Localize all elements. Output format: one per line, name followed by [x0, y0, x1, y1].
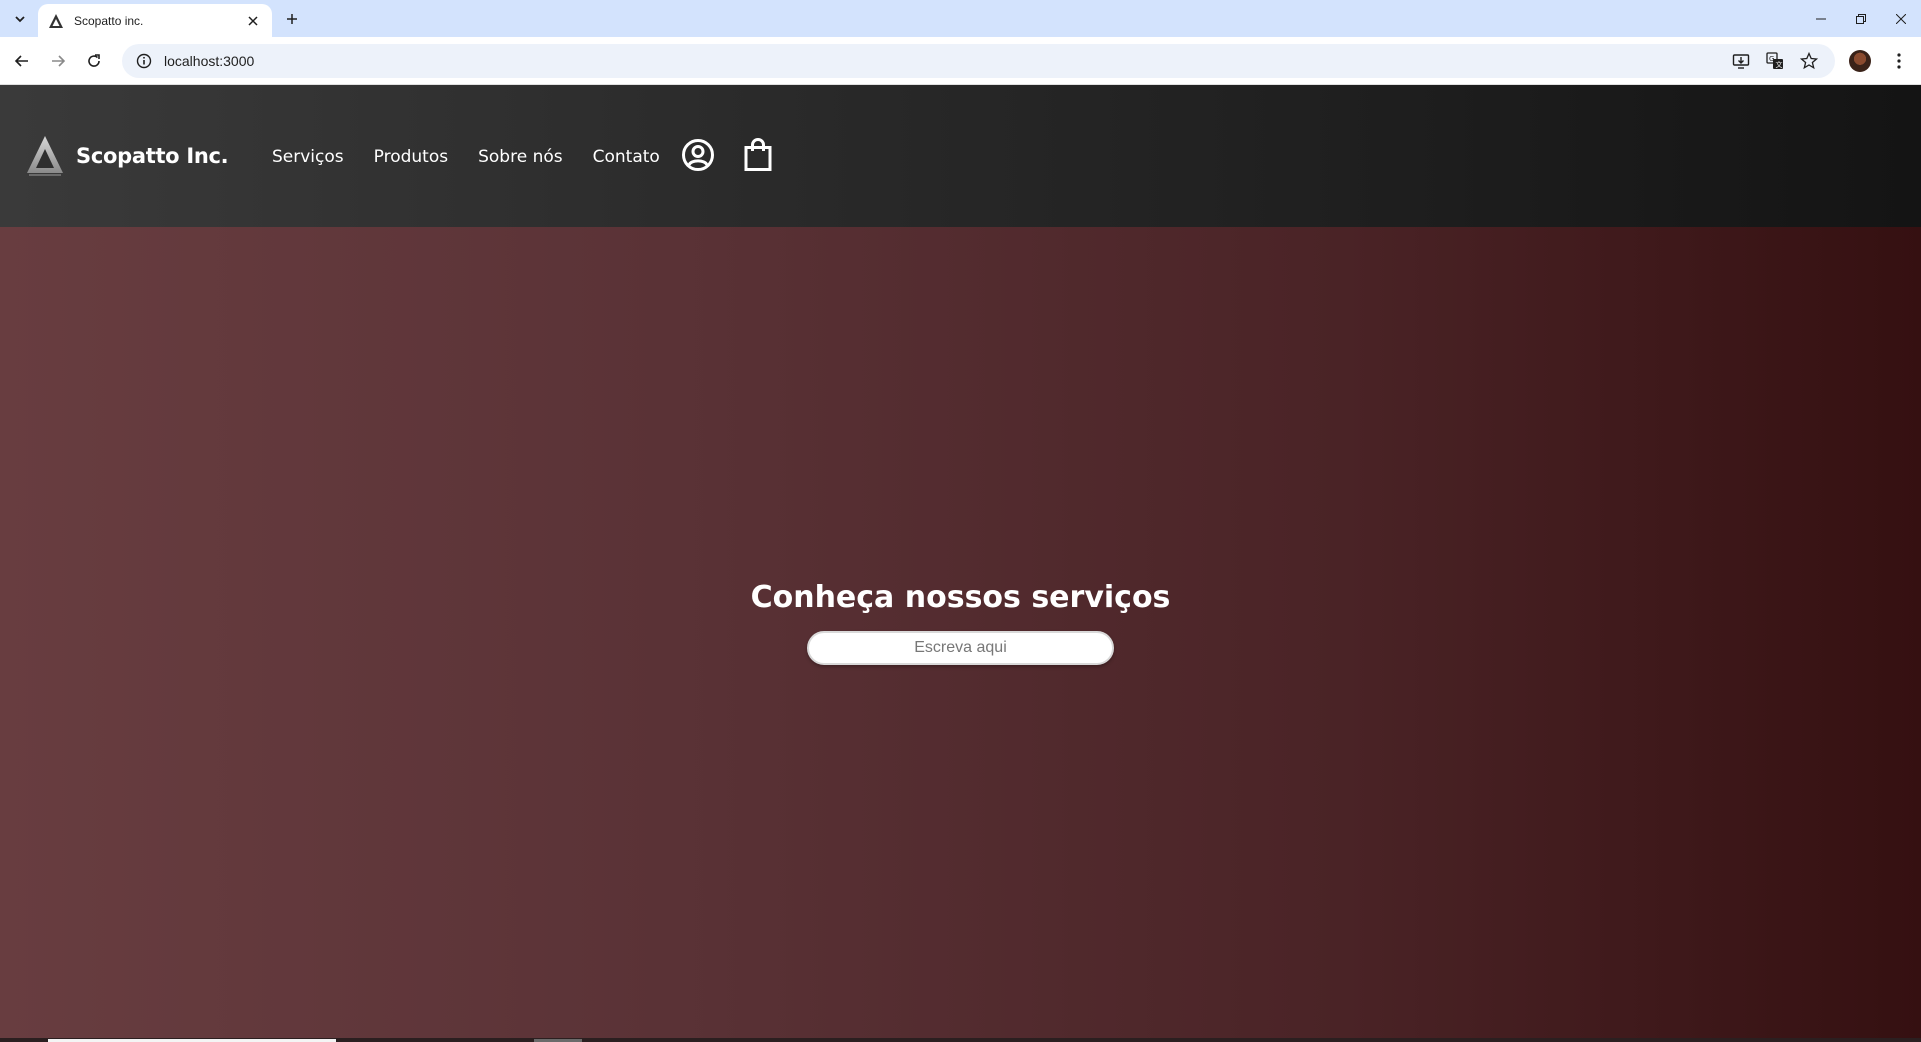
star-icon[interactable] [1799, 51, 1819, 71]
hero-title: Conheça nossos serviços [750, 580, 1171, 615]
triangle-logo-icon [27, 136, 63, 176]
reload-button[interactable] [82, 49, 106, 73]
plus-icon [287, 14, 297, 24]
brand-name: Scopatto Inc. [76, 144, 229, 168]
close-window-button[interactable] [1881, 0, 1921, 37]
tab-title: Scopatto inc. [74, 13, 144, 28]
address-bar-actions: G文 [1731, 44, 1819, 78]
back-button[interactable] [10, 49, 34, 73]
window-controls [1801, 0, 1921, 37]
browser-menu-button[interactable] [1887, 49, 1911, 73]
info-icon[interactable] [134, 51, 154, 71]
browser-toolbar: localhost:3000 G文 [0, 37, 1921, 85]
close-icon[interactable] [244, 12, 262, 30]
chevron-down-icon [15, 16, 25, 23]
address-bar[interactable]: localhost:3000 G文 [122, 44, 1835, 78]
search-input[interactable] [807, 631, 1114, 665]
nav-link-produtos[interactable]: Produtos [374, 147, 448, 167]
nav-link-contato[interactable]: Contato [593, 147, 660, 167]
browser-tab-active[interactable]: Scopatto inc. [38, 4, 272, 37]
url-text: localhost:3000 [164, 53, 255, 69]
restore-icon [1856, 13, 1866, 24]
reload-icon [88, 54, 100, 67]
nav-link-servicos[interactable]: Serviços [272, 147, 344, 167]
arrow-left-icon [14, 55, 28, 67]
page-viewport: Scopatto Inc. Serviços Produtos Sobre nó… [0, 85, 1921, 1042]
nav-link-sobre-nos[interactable]: Sobre nós [478, 147, 563, 167]
svg-text:G: G [1769, 55, 1774, 63]
tab-search-button[interactable] [8, 7, 32, 31]
browser-tabstrip: Scopatto inc. [0, 0, 1921, 37]
restore-button[interactable] [1841, 0, 1881, 37]
minimize-icon [1816, 18, 1826, 19]
translate-icon[interactable]: G文 [1765, 51, 1785, 71]
cart-button[interactable] [740, 137, 776, 173]
main-nav: Serviços Produtos Sobre nós Contato [272, 147, 660, 167]
triangle-logo-icon [48, 12, 66, 30]
site-header: Scopatto Inc. Serviços Produtos Sobre nó… [0, 85, 1921, 227]
minimize-button[interactable] [1801, 0, 1841, 37]
hero-section: Conheça nossos serviços [0, 227, 1921, 1042]
avatar [1849, 50, 1871, 72]
svg-text:文: 文 [1776, 60, 1783, 69]
user-circle-icon [682, 139, 714, 171]
forward-button[interactable] [46, 49, 70, 73]
account-button[interactable] [680, 137, 716, 173]
close-icon [1896, 13, 1906, 24]
horizontal-scrollbar[interactable] [0, 1038, 1921, 1042]
more-vertical-icon [1897, 53, 1901, 69]
profile-button[interactable] [1847, 48, 1873, 74]
install-app-icon[interactable] [1731, 51, 1751, 71]
brand[interactable]: Scopatto Inc. [26, 135, 229, 177]
new-tab-button[interactable] [280, 7, 304, 31]
shopping-bag-icon [744, 138, 772, 171]
arrow-right-icon [52, 55, 66, 67]
